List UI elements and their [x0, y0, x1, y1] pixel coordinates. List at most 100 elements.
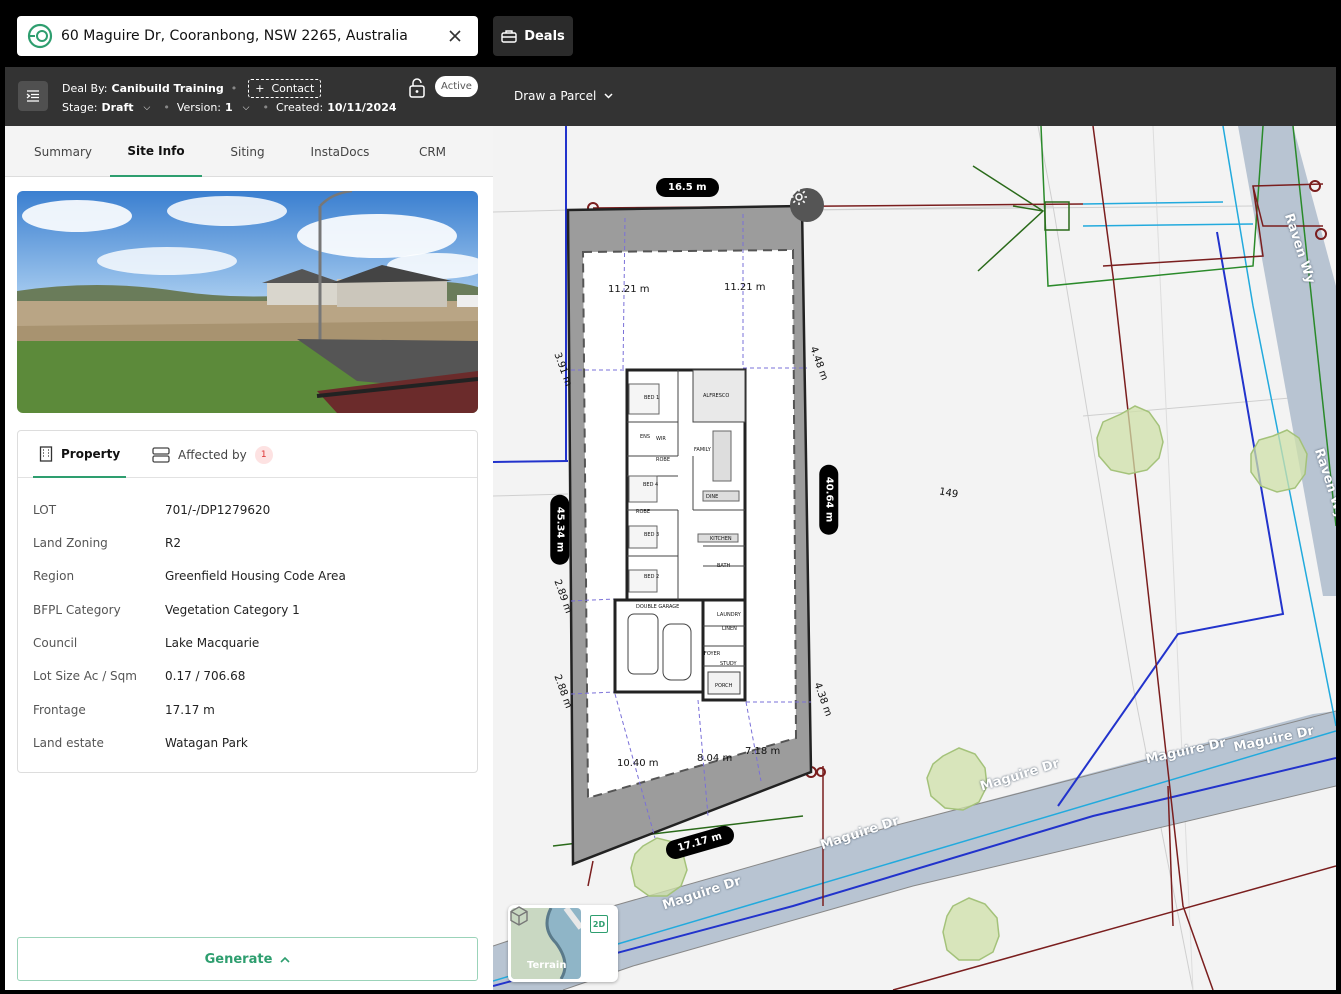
room-label: PORCH — [715, 683, 733, 689]
setback-label: 7.18 m — [745, 746, 781, 757]
property-row: Frontage 17.17 m — [33, 703, 215, 717]
lot-left-dimension: 45.34 m — [550, 494, 570, 565]
room-label: ROBE — [636, 509, 650, 515]
site-map[interactable]: BED 1 ALFRESCO ENS WIR ROBE FAMILY BED 4… — [493, 126, 1336, 990]
tab-property[interactable]: Property — [33, 431, 127, 478]
room-label: ALFRESCO — [703, 393, 730, 399]
lot-top-dimension: 16.5 m — [656, 178, 719, 197]
draw-parcel-dropdown[interactable]: Draw a Parcel — [514, 89, 613, 103]
tab-property-label: Property — [61, 446, 121, 461]
tab-affected-by-label: Affected by — [178, 447, 247, 462]
property-row: LOT 701/-/DP1279620 — [33, 503, 270, 517]
property-value: R2 — [165, 536, 181, 550]
tab-affected-by[interactable]: Affected by 1 — [152, 431, 273, 478]
terrain-label: Terrain — [527, 960, 567, 971]
property-label: Frontage — [33, 703, 86, 717]
room-label: BED 1 — [644, 395, 660, 401]
property-label: Land estate — [33, 736, 104, 750]
created-value: 10/11/2024 — [327, 101, 397, 114]
menu-collapse-icon — [26, 90, 39, 102]
street-view-photo — [17, 191, 478, 413]
chevron-down-icon — [604, 93, 613, 99]
property-label: Region — [33, 569, 75, 583]
view-2d-button[interactable]: 2D — [590, 915, 608, 933]
deal-meta-row: Stage: Draft ⌵ • Version: 1 ⌵ • Created:… — [62, 101, 397, 114]
setback-label: 11.21 m — [608, 284, 650, 295]
property-tabs: Property Affected by 1 — [18, 431, 477, 478]
parcel-settings-button[interactable] — [790, 188, 824, 222]
deals-button[interactable]: Deals — [493, 16, 573, 56]
room-label: DOUBLE GARAGE — [636, 604, 680, 610]
tab-instadocs[interactable]: InstaDocs — [295, 126, 385, 177]
affected-count-badge: 1 — [254, 445, 273, 464]
stage-value[interactable]: Draft — [102, 101, 134, 114]
deal-owner-row: Deal By: Canibuild Training • + Contact — [62, 79, 322, 98]
property-value: Vegetation Category 1 — [165, 603, 300, 617]
separator-dot: • — [163, 101, 170, 114]
address-search-value[interactable]: 60 Maguire Dr, Cooranbong, NSW 2265, Aus… — [61, 28, 444, 44]
tab-summary[interactable]: Summary — [20, 126, 106, 177]
cube-icon[interactable] — [508, 905, 530, 927]
deal-by-label: Deal By: — [62, 82, 108, 95]
address-search[interactable]: 60 Maguire Dr, Cooranbong, NSW 2265, Aus… — [17, 16, 478, 56]
property-row: BFPL Category Vegetation Category 1 — [33, 603, 300, 617]
close-icon[interactable] — [444, 25, 466, 47]
lot-right-dimension: 40.64 m — [819, 464, 839, 535]
property-card: Property Affected by 1 LOT 701/-/DP12796… — [17, 430, 478, 773]
tab-siting[interactable]: Siting — [205, 126, 290, 177]
plus-icon: + — [255, 82, 265, 95]
briefcase-icon — [501, 30, 517, 43]
unlock-icon[interactable] — [408, 78, 426, 98]
add-contact-label: Contact — [271, 82, 315, 95]
property-row: Lot Size Ac / Sqm 0.17 / 706.68 — [33, 669, 245, 683]
generate-button-label: Generate — [204, 951, 273, 967]
room-label: KITCHEN — [710, 536, 732, 542]
property-label: LOT — [33, 503, 57, 517]
property-value: 701/-/DP1279620 — [165, 503, 271, 517]
chevron-down-icon[interactable]: ⌵ — [243, 103, 250, 113]
add-contact-button[interactable]: + Contact — [248, 79, 322, 98]
map-toolbar: Draw a Parcel — [493, 67, 1336, 126]
chevron-down-icon[interactable]: ⌵ — [144, 103, 151, 113]
room-label: ROBE — [656, 457, 670, 463]
tab-site-info[interactable]: Site Info — [110, 126, 202, 177]
property-value: Watagan Park — [165, 736, 248, 750]
left-panel: Summary Site Info Siting InstaDocs CRM P… — [5, 126, 493, 990]
building-icon — [39, 445, 53, 462]
room-label: LINEN — [722, 626, 737, 632]
property-value: 17.17 m — [165, 703, 215, 717]
deal-by-value: Canibuild Training — [111, 82, 224, 95]
version-label: Version: — [176, 101, 222, 114]
property-value: Greenfield Housing Code Area — [165, 569, 346, 583]
generate-button[interactable]: Generate — [17, 937, 478, 981]
tab-crm[interactable]: CRM — [390, 126, 475, 177]
canibuild-logo-icon — [27, 23, 53, 49]
property-label: Council — [33, 636, 78, 650]
setback-label: 10.40 m — [617, 758, 659, 769]
room-label: WIR — [656, 436, 666, 442]
separator-dot: • — [230, 82, 238, 95]
status-badge[interactable]: Active — [435, 76, 478, 97]
room-label: STUDY — [720, 661, 737, 667]
deal-header: Deal By: Canibuild Training • + Contact … — [5, 67, 493, 126]
property-label: Land Zoning — [33, 536, 108, 550]
collapse-panel-button[interactable] — [18, 81, 48, 111]
stage-label: Stage: — [62, 101, 98, 114]
room-label: ENS — [640, 434, 651, 440]
layers-icon — [152, 446, 170, 463]
room-label: DINE — [706, 494, 719, 500]
version-value[interactable]: 1 — [225, 101, 233, 114]
map-style-control: Terrain 2D — [508, 905, 618, 982]
setback-label: 8.04 m — [697, 753, 733, 764]
room-label: LAUNDRY — [717, 612, 741, 618]
property-row: Land estate Watagan Park — [33, 736, 248, 750]
room-label: FOYER — [704, 651, 721, 657]
property-row: Region Greenfield Housing Code Area — [33, 569, 346, 583]
separator-dot: • — [262, 101, 270, 114]
gear-icon — [791, 189, 807, 205]
property-value: Lake Macquarie — [165, 636, 260, 650]
deals-button-label: Deals — [524, 28, 565, 44]
property-row: Council Lake Macquarie — [33, 636, 259, 650]
setback-label: 11.21 m — [724, 282, 766, 293]
room-label: FAMILY — [694, 447, 711, 453]
